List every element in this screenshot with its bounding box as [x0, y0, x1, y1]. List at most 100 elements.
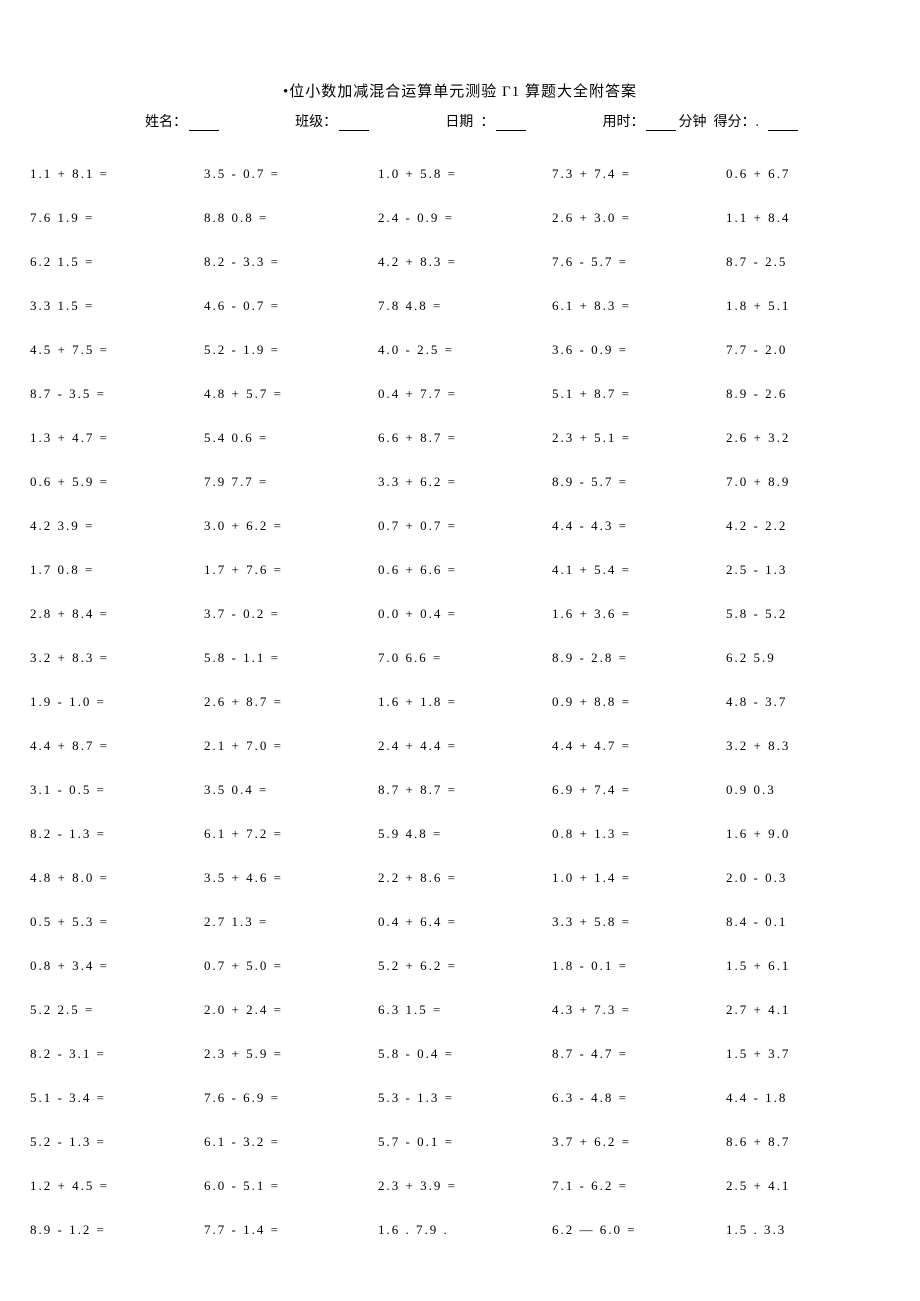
- problem-cell: 1.1 + 8.4: [726, 210, 890, 226]
- problem-cell: 4.4 + 4.7 =: [552, 738, 716, 754]
- problem-cell: 6.2 1.5 =: [30, 254, 194, 270]
- problem-cell: 7.9 7.7 =: [204, 474, 368, 490]
- problem-cell: 1.0 + 1.4 =: [552, 870, 716, 886]
- problem-cell: 1.6 + 9.0: [726, 826, 890, 842]
- problem-cell: 2.4 - 0.9 =: [378, 210, 542, 226]
- problem-cell: 5.2 2.5 =: [30, 1002, 194, 1018]
- problem-cell: 1.2 + 4.5 =: [30, 1178, 194, 1194]
- problem-cell: 1.3 + 4.7 =: [30, 430, 194, 446]
- problem-cell: 1.8 - 0.1 =: [552, 958, 716, 974]
- problem-cell: 2.1 + 7.0 =: [204, 738, 368, 754]
- problem-cell: 8.9 - 2.8 =: [552, 650, 716, 666]
- problem-cell: 2.3 + 5.9 =: [204, 1046, 368, 1062]
- problem-cell: 4.3 + 7.3 =: [552, 1002, 716, 1018]
- problem-cell: 8.2 - 3.3 =: [204, 254, 368, 270]
- problem-cell: 0.0 + 0.4 =: [378, 606, 542, 622]
- problem-cell: 7.6 - 6.9 =: [204, 1090, 368, 1106]
- score-label: 得分：: [713, 115, 755, 130]
- problem-cell: 3.0 + 6.2 =: [204, 518, 368, 534]
- problem-cell: 6.9 + 7.4 =: [552, 782, 716, 798]
- problem-cell: 3.5 0.4 =: [204, 782, 368, 798]
- problem-cell: 6.1 - 3.2 =: [204, 1134, 368, 1150]
- date-field: 日期 ：: [445, 111, 528, 131]
- class-field: 班级：: [295, 111, 371, 131]
- problem-cell: 1.7 + 7.6 =: [204, 562, 368, 578]
- problem-cell: 4.2 3.9 =: [30, 518, 194, 534]
- problem-cell: 4.1 + 5.4 =: [552, 562, 716, 578]
- problem-cell: 6.6 + 8.7 =: [378, 430, 542, 446]
- problem-cell: 2.6 + 8.7 =: [204, 694, 368, 710]
- problem-cell: 1.6 . 7.9 .: [378, 1222, 542, 1238]
- problem-cell: 2.6 + 3.0 =: [552, 210, 716, 226]
- problem-cell: 1.6 + 3.6 =: [552, 606, 716, 622]
- time-score-field: 用时：分钟 得分：.: [602, 111, 800, 131]
- time-blank[interactable]: [646, 117, 676, 131]
- problem-cell: 2.3 + 3.9 =: [378, 1178, 542, 1194]
- problem-cell: 8.7 + 8.7 =: [378, 782, 542, 798]
- problem-cell: 4.4 - 4.3 =: [552, 518, 716, 534]
- problem-cell: 6.1 + 8.3 =: [552, 298, 716, 314]
- problem-cell: 7.1 - 6.2 =: [552, 1178, 716, 1194]
- score-blank[interactable]: [768, 117, 798, 131]
- problem-cell: 8.7 - 4.7 =: [552, 1046, 716, 1062]
- problem-cell: 4.2 - 2.2: [726, 518, 890, 534]
- problem-cell: 5.7 - 0.1 =: [378, 1134, 542, 1150]
- problem-cell: 3.5 + 4.6 =: [204, 870, 368, 886]
- problem-cell: 4.2 + 8.3 =: [378, 254, 542, 270]
- problem-cell: 3.6 - 0.9 =: [552, 342, 716, 358]
- problem-cell: 4.6 - 0.7 =: [204, 298, 368, 314]
- problem-cell: 8.9 - 5.7 =: [552, 474, 716, 490]
- problem-cell: 3.3 + 5.8 =: [552, 914, 716, 930]
- problem-cell: 0.6 + 5.9 =: [30, 474, 194, 490]
- problem-cell: 7.7 - 2.0: [726, 342, 890, 358]
- problem-cell: 0.5 + 5.3 =: [30, 914, 194, 930]
- problem-cell: 1.6 + 1.8 =: [378, 694, 542, 710]
- problem-cell: 8.2 - 1.3 =: [30, 826, 194, 842]
- problem-cell: 7.6 1.9 =: [30, 210, 194, 226]
- problem-cell: 6.0 - 5.1 =: [204, 1178, 368, 1194]
- problem-cell: 7.0 6.6 =: [378, 650, 542, 666]
- problem-cell: 0.4 + 6.4 =: [378, 914, 542, 930]
- problem-cell: 1.5 . 3.3: [726, 1222, 890, 1238]
- class-label: 班级：: [295, 115, 337, 130]
- problem-cell: 2.7 1.3 =: [204, 914, 368, 930]
- problem-cell: 0.7 + 5.0 =: [204, 958, 368, 974]
- problem-cell: 2.0 + 2.4 =: [204, 1002, 368, 1018]
- problem-cell: 4.4 - 1.8: [726, 1090, 890, 1106]
- problem-cell: 2.5 - 1.3: [726, 562, 890, 578]
- problem-cell: 6.2 5.9: [726, 650, 890, 666]
- problem-cell: 5.1 + 8.7 =: [552, 386, 716, 402]
- problem-cell: 7.7 - 1.4 =: [204, 1222, 368, 1238]
- problem-cell: 4.0 - 2.5 =: [378, 342, 542, 358]
- problem-cell: 5.8 - 5.2: [726, 606, 890, 622]
- problem-cell: 2.6 + 3.2: [726, 430, 890, 446]
- problem-cell: 8.6 + 8.7: [726, 1134, 890, 1150]
- problem-cell: 5.2 - 1.3 =: [30, 1134, 194, 1150]
- problem-cell: 1.5 + 3.7: [726, 1046, 890, 1062]
- problem-cell: 4.8 - 3.7: [726, 694, 890, 710]
- problem-cell: 5.1 - 3.4 =: [30, 1090, 194, 1106]
- problem-cell: 8.2 - 3.1 =: [30, 1046, 194, 1062]
- date-blank[interactable]: [496, 117, 526, 131]
- problem-cell: 5.3 - 1.3 =: [378, 1090, 542, 1106]
- problem-cell: 8.8 0.8 =: [204, 210, 368, 226]
- problem-cell: 5.4 0.6 =: [204, 430, 368, 446]
- problem-cell: 3.7 + 6.2 =: [552, 1134, 716, 1150]
- worksheet-title: •位小数加减混合运算单元测验 Γ1 算题大全附答案: [30, 80, 890, 101]
- time-label: 用时：: [602, 115, 644, 130]
- problem-cell: 4.8 + 5.7 =: [204, 386, 368, 402]
- problem-cell: 6.3 1.5 =: [378, 1002, 542, 1018]
- problem-cell: 7.8 4.8 =: [378, 298, 542, 314]
- name-field: 姓名：: [145, 111, 221, 131]
- problem-cell: 1.1 + 8.1 =: [30, 166, 194, 182]
- problem-cell: 0.6 + 6.6 =: [378, 562, 542, 578]
- problem-cell: 2.2 + 8.6 =: [378, 870, 542, 886]
- problem-cell: 0.9 0.3: [726, 782, 890, 798]
- problem-cell: 1.0 + 5.8 =: [378, 166, 542, 182]
- problem-cell: 8.4 - 0.1: [726, 914, 890, 930]
- name-blank[interactable]: [189, 117, 219, 131]
- problem-cell: 4.4 + 8.7 =: [30, 738, 194, 754]
- class-blank[interactable]: [339, 117, 369, 131]
- problem-cell: 6.2 — 6.0 =: [552, 1222, 716, 1238]
- problem-cell: 5.2 + 6.2 =: [378, 958, 542, 974]
